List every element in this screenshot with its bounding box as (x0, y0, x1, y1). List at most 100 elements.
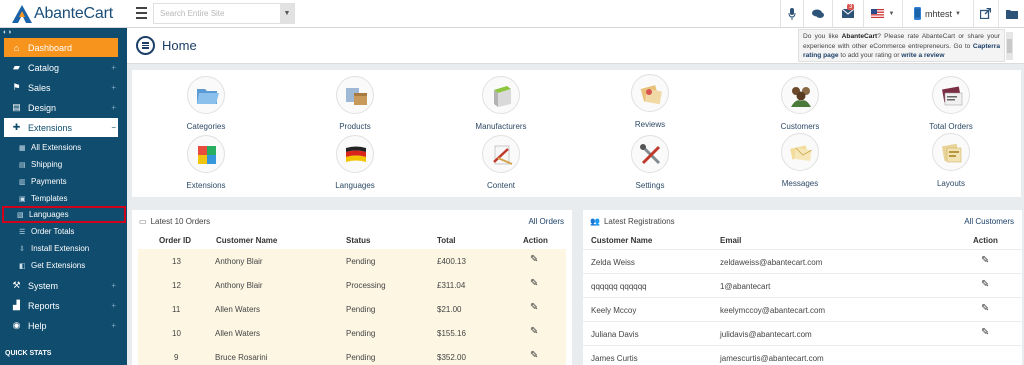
notice-scrollbar[interactable] (1006, 32, 1013, 60)
edit-icon[interactable]: ✎ (530, 254, 538, 265)
order-id: 10 (172, 329, 181, 338)
sidebar-item-sales[interactable]: ⚑ Sales + (4, 78, 118, 97)
customer-name: Juliana Davis (591, 330, 639, 339)
sidebar-subitem-shipping[interactable]: ▤ Shipping (4, 157, 124, 172)
sidebar-item-system[interactable]: ⚒ System + (4, 276, 118, 295)
edit-icon[interactable]: ✎ (530, 278, 538, 289)
customer-email: zeldaweiss@abantecart.com (720, 258, 823, 267)
shortcut-label: Settings (635, 181, 665, 190)
order-total: £400.13 (437, 257, 466, 266)
edit-icon[interactable]: ✎ (981, 303, 989, 314)
shortcut-layouts[interactable]: Layouts (901, 133, 1001, 188)
registrations-table-header: Customer Name Email Action (583, 236, 1022, 250)
table-row: 9 Bruce Rosarini Pending $352.00 ✎ (138, 345, 566, 365)
folder-button[interactable] (998, 0, 1024, 27)
edit-icon[interactable]: ✎ (530, 350, 538, 361)
shortcut-manufacturers[interactable]: Manufacturers (451, 76, 551, 131)
chat-button[interactable] (803, 0, 831, 27)
shortcut-categories[interactable]: Categories (156, 76, 256, 131)
flag-icon: ⚑ (12, 82, 21, 92)
sidebar-subitem-get-extensions[interactable]: ◧ Get Extensions (4, 258, 124, 273)
sidebar-item-extensions[interactable]: ✚ Extensions − (4, 118, 118, 137)
sidebar-item-dashboard[interactable]: ⌂ Dashboard (4, 38, 118, 57)
sidebar-subitem-all-extensions[interactable]: ▦ All Extensions (4, 140, 124, 155)
page-title: Home (162, 38, 197, 53)
users-icon: 👥 (590, 217, 600, 226)
microphone-button[interactable] (780, 0, 802, 27)
shortcut-label: Extensions (186, 181, 226, 190)
all-customers-link[interactable]: All Customers (964, 217, 1014, 226)
all-orders-link[interactable]: All Orders (528, 217, 564, 226)
edit-icon[interactable]: ✎ (530, 302, 538, 313)
quick-stats-heading: QUICK STATS (5, 350, 52, 357)
order-total: $155.16 (437, 329, 466, 338)
sidebar-item-help[interactable]: ◉ Help + (4, 316, 118, 335)
sidebar-subitem-payments[interactable]: ▥ Payments (4, 174, 124, 189)
customer-name: Anthony Blair (215, 257, 263, 266)
edit-icon[interactable]: ✎ (530, 326, 538, 337)
customer-name: qqqqqq qqqqqq (591, 282, 647, 291)
sidebar-subitem-languages[interactable]: ▧ Languages (2, 206, 126, 223)
plus-icon: + (111, 63, 116, 72)
shortcut-extensions[interactable]: Extensions (156, 135, 256, 190)
edit-icon[interactable]: ✎ (981, 327, 989, 338)
install-icon: ⇩ (19, 245, 25, 253)
sidebar-subitem-order-totals[interactable]: ☰ Order Totals (4, 224, 124, 239)
language-selector[interactable]: ▼ (863, 0, 901, 27)
column-header: Order ID (159, 236, 192, 245)
notifications-button[interactable]: 3 (832, 0, 862, 27)
open-storefront-button[interactable] (973, 0, 997, 27)
rating-text: Do you like (803, 33, 842, 40)
menu-circle-icon (136, 36, 155, 55)
sidebar-toggle-icon[interactable]: ◐◑ (3, 29, 11, 36)
user-name: mhtest (925, 8, 953, 19)
sidebar-item-label: Help (28, 320, 47, 331)
shortcut-label: Messages (781, 179, 819, 188)
sidebar: ◐◑ ⌂ Dashboard ▰ Catalog + ⚑ Sales + ▤ D… (0, 28, 127, 365)
search-dropdown-button[interactable]: ▼ (280, 4, 294, 23)
shortcut-total-orders[interactable]: Total Orders (901, 76, 1001, 131)
shortcut-reviews[interactable]: Reviews (600, 74, 700, 129)
customer-email: 1@abantecart (720, 282, 771, 291)
order-id: 11 (172, 305, 181, 314)
customer-name: Bruce Rosarini (215, 353, 268, 362)
file-icon: ▤ (12, 102, 21, 112)
rating-text: to add your rating or (838, 52, 902, 59)
sidebar-subitem-label: Templates (31, 194, 68, 203)
shortcut-content[interactable]: Content (451, 135, 551, 190)
sidebar-subitem-label: Shipping (31, 160, 63, 169)
sidebar-item-reports[interactable]: ▟ Reports + (4, 296, 118, 315)
shortcut-customers[interactable]: Customers (750, 76, 850, 131)
shortcut-messages[interactable]: Messages (750, 133, 850, 188)
order-total: £311.04 (437, 281, 466, 290)
user-menu[interactable]: mhtest ▼ (902, 0, 972, 27)
messages-icon (781, 133, 819, 171)
menu-toggle-icon[interactable] (136, 7, 147, 19)
shortcut-label: Languages (335, 181, 375, 190)
list-icon: ☰ (19, 228, 26, 236)
shortcut-languages[interactable]: Languages (305, 135, 405, 190)
edit-icon[interactable]: ✎ (981, 255, 989, 266)
write-review-link[interactable]: write a review (901, 52, 944, 59)
edit-icon[interactable]: ✎ (981, 279, 989, 290)
sidebar-item-label: Catalog (28, 62, 60, 73)
order-status: Processing (346, 281, 386, 290)
sidebar-item-design[interactable]: ▤ Design + (4, 98, 118, 117)
shortcut-label: Total Orders (929, 122, 973, 131)
search-input[interactable] (154, 4, 278, 23)
customer-name: Anthony Blair (215, 281, 263, 290)
shortcut-settings[interactable]: Settings (600, 135, 700, 190)
sidebar-item-catalog[interactable]: ▰ Catalog + (4, 58, 118, 77)
shortcut-products[interactable]: Products (305, 76, 405, 131)
sidebar-subitem-templates[interactable]: ▣ Templates (4, 191, 124, 206)
panel-title-text: Latest Registrations (603, 217, 675, 226)
mobile-icon (914, 7, 922, 20)
sidebar-item-label: Sales (28, 82, 51, 93)
logo[interactable]: AbanteCart (12, 4, 113, 24)
table-row: Juliana Davis julidavis@abantecart.com ✎ (583, 321, 1022, 345)
table-row: 12 Anthony Blair Processing £311.04 ✎ (138, 273, 566, 297)
truck-icon: ▤ (19, 161, 26, 169)
sidebar-subitem-install-extension[interactable]: ⇩ Install Extension (4, 241, 124, 256)
sidebar-item-label: Extensions (28, 122, 73, 133)
table-row: qqqqqq qqqqqq 1@abantecart ✎ (583, 273, 1022, 297)
